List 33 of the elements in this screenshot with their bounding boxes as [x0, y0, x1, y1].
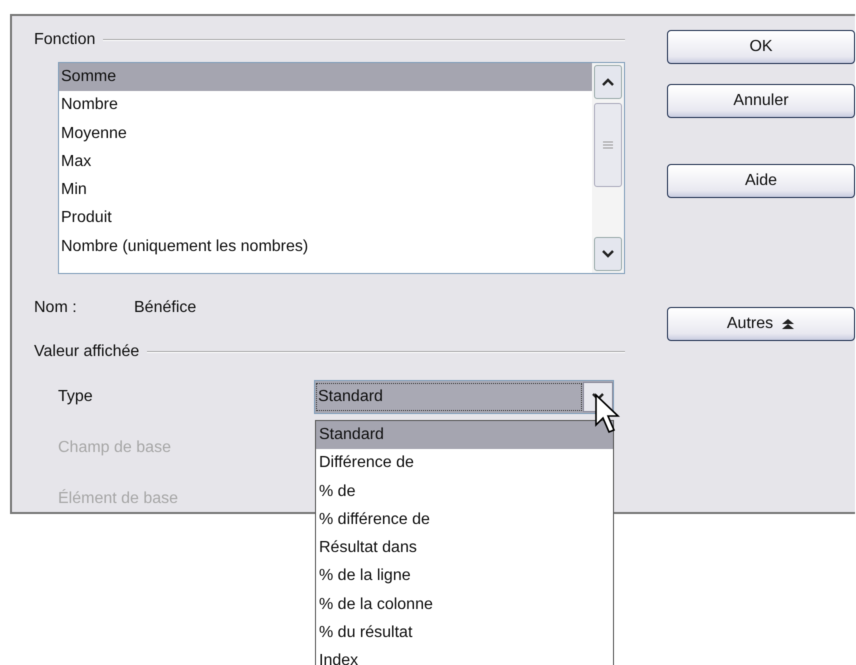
- scrollbar-thumb[interactable]: [594, 103, 622, 187]
- scroll-up-button[interactable]: [594, 65, 622, 99]
- section-label: Fonction: [34, 31, 96, 49]
- list-item[interactable]: Moyenne: [59, 120, 592, 148]
- dialog-button[interactable]: Aide: [667, 164, 855, 198]
- list-item[interactable]: Min: [59, 176, 592, 204]
- section-label: Valeur affichée: [34, 343, 140, 361]
- dialog-button[interactable]: Annuler: [667, 84, 855, 118]
- name-label: Nom :: [34, 299, 78, 317]
- dropdown-option[interactable]: Résultat dans: [316, 534, 613, 562]
- dropdown-option[interactable]: % de la colonne: [316, 590, 613, 620]
- list-item[interactable]: Nombre (uniquement les nombres): [59, 232, 592, 262]
- list-item[interactable]: Somme: [59, 63, 592, 92]
- chevron-up-icon: [602, 78, 614, 86]
- dropdown-option[interactable]: % du résultat: [316, 619, 613, 648]
- dropdown-option[interactable]: % différence de: [316, 506, 613, 534]
- double-chevron-up-icon: [781, 318, 796, 330]
- list-item[interactable]: Nombre: [59, 91, 592, 120]
- field-label: Élément de base: [58, 490, 180, 508]
- field-label: Champ de base: [58, 439, 172, 457]
- name-value: Bénéfice: [134, 299, 196, 317]
- function-list[interactable]: Somme Nombre Moyenne Max Min Produit Nombre (uniquement les nombres): [58, 62, 625, 274]
- dropdown-option[interactable]: % de: [316, 478, 613, 506]
- type-label: Type: [58, 388, 94, 406]
- dropdown-option[interactable]: Standard: [316, 421, 613, 450]
- dialog-button[interactable]: OK: [667, 30, 855, 64]
- list-item[interactable]: Max: [59, 148, 592, 176]
- scroll-down-button[interactable]: [594, 237, 622, 271]
- chevron-down-icon: [602, 250, 614, 258]
- list-item[interactable]: Produit: [59, 204, 592, 233]
- more-button[interactable]: Autres: [667, 307, 855, 341]
- dropdown-option[interactable]: Différence de: [316, 449, 613, 478]
- dropdown-option[interactable]: % de la ligne: [316, 562, 613, 591]
